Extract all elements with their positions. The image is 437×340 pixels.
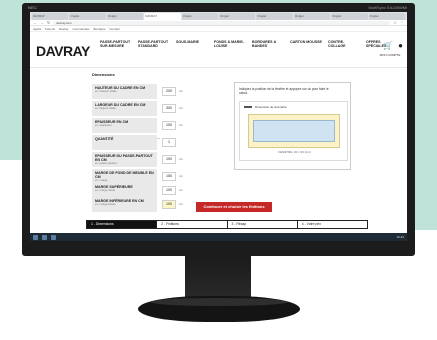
bookmark-item[interactable]: Commandes: [73, 27, 90, 31]
option-value-input[interactable]: 150: [162, 172, 176, 181]
option-unit: cm: [179, 202, 183, 206]
section-title: Dimensions: [92, 72, 115, 77]
bookmark-item[interactable]: Davray: [59, 27, 69, 31]
preview-instructions: Indiquez la position de la fenêtre et ap…: [239, 87, 329, 95]
user-icon[interactable]: ●: [398, 41, 403, 50]
browser-tab[interactable]: Onglet: [219, 13, 256, 20]
option-row: QUANTITÉ: [92, 135, 157, 150]
legend-swatch: [244, 106, 252, 108]
option-value-input[interactable]: 100: [162, 155, 176, 164]
option-sub: ex: épaisseur: [95, 123, 112, 127]
bookmark-item[interactable]: Favoris: [45, 27, 55, 31]
step-item[interactable]: 2 - Finitions: [157, 221, 228, 228]
menu-item[interactable]: OFFRES SPÉCIALES: [366, 40, 398, 49]
browser-tab-active[interactable]: DAVRAY: [144, 13, 181, 20]
option-sub: ex: marge: [95, 178, 108, 182]
site-header: DAVRAY PASSE-PARTOUT SUR-MESURE PASSE-PA…: [30, 33, 407, 68]
step-item[interactable]: 1 - Dimensions: [87, 221, 158, 228]
option-value-input[interactable]: 100: [162, 121, 176, 130]
browser-tab[interactable]: Onglet: [331, 13, 368, 20]
monitor-stand-neck: [185, 256, 251, 300]
legend-label: Dimension de la fenêtre: [255, 105, 287, 109]
menu-item[interactable]: BORDURES & BANDES: [252, 40, 284, 49]
mat-frame-preview: [248, 114, 340, 148]
option-sub: ex: marge haute: [95, 188, 116, 192]
url-field[interactable]: davray.com: [53, 20, 391, 25]
quantity-minus-icon[interactable]: −: [157, 136, 160, 142]
cart-icon[interactable]: 🛒: [383, 41, 393, 50]
menu-icon[interactable]: ⋮: [400, 20, 404, 25]
bookmark-item[interactable]: Boutique: [94, 27, 106, 31]
preview-panel: Indiquez la position de la fenêtre et ap…: [234, 82, 351, 170]
option-row: MARGE DE FOND DE MEUBLE EN CM ex: marge: [92, 169, 157, 184]
option-row: EPAISSEUR EN CM ex: épaisseur: [92, 118, 157, 133]
browser-tab[interactable]: DAVRAY: [32, 13, 69, 20]
quantity-input[interactable]: 1: [162, 138, 176, 147]
browser-tab-strip: DAVRAY Onglet Onglet DAVRAY Onglet Ongle…: [30, 12, 407, 20]
option-sub: ex: hauteur totale: [95, 89, 117, 93]
step-progress: 1 - Dimensions 2 - Finitions 3 - Récap 4…: [86, 220, 368, 229]
option-row: LARGEUR DU CADRE EN CM ex: largeur total…: [92, 101, 157, 116]
bookmark-item[interactable]: Applis: [33, 27, 41, 31]
browser-tab[interactable]: Onglet: [293, 13, 331, 20]
menu-item[interactable]: CONTRE-COLLAGE: [328, 40, 360, 49]
main-menu: PASSE-PARTOUT SUR-MESURE PASSE-PARTOUT S…: [100, 40, 398, 49]
bookmarks-bar: Applis Favoris Davray Commandes Boutique…: [30, 27, 407, 32]
option-row: EPAISSEUR DU PASSE-PARTOUT EN CM ex: pas…: [92, 152, 157, 167]
monitor-model: MultiSync EA245WMi: [368, 5, 407, 10]
continue-button[interactable]: Continuer et choisir les finitions: [196, 202, 272, 212]
preview-dimensions: FENÊTRE: 20 x 30 (cm): [278, 150, 311, 154]
account-link[interactable]: MON COMPTE: [376, 53, 404, 57]
menu-item[interactable]: CARTON MOUSSE: [290, 40, 322, 49]
option-value-input-active[interactable]: 100: [162, 200, 176, 209]
preview-legend: Dimension de la fenêtre: [244, 105, 287, 109]
monitor-brand: NEC: [28, 5, 38, 10]
menu-item[interactable]: SOUS-MARIE: [176, 40, 208, 49]
option-value-input[interactable]: 100: [162, 186, 176, 195]
menu-item[interactable]: PASSE-PARTOUT SUR-MESURE: [100, 40, 132, 49]
address-bar: ← → ↻ davray.com ☆ ⋮: [30, 20, 407, 26]
menu-item[interactable]: FONDS & MARIE-LOUISE: [214, 40, 246, 49]
taskbar-clock: 10:42: [396, 235, 404, 239]
menu-item[interactable]: PASSE-PARTOUT STANDARD: [138, 40, 170, 49]
start-icon[interactable]: [33, 234, 38, 240]
option-unit: cm: [179, 89, 183, 93]
option-row: MARGE INFÉRIEURE EN CM ex: marge basse: [92, 197, 157, 212]
browser-tab[interactable]: Onglet: [368, 13, 406, 20]
folder-icon[interactable]: [51, 234, 56, 240]
os-taskbar: 10:42: [30, 233, 407, 241]
option-row: MARGE SUPÉRIEURE ex: marge haute: [92, 183, 157, 198]
preview-box: Dimension de la fenêtre FENÊTRE: 20 x 30…: [239, 101, 348, 161]
option-label: QUANTITÉ: [95, 137, 114, 141]
browser-icon[interactable]: [42, 234, 47, 240]
back-icon[interactable]: ←: [33, 20, 37, 25]
option-unit: cm: [179, 188, 183, 192]
monitor-bezel: NEC MultiSync EA245WMi DAVRAY Onglet Ong…: [22, 3, 415, 256]
option-sub: ex: passe-partout: [95, 161, 117, 165]
browser-tab[interactable]: Onglet: [181, 13, 219, 20]
option-unit: cm: [179, 174, 183, 178]
option-sub: ex: largeur totale: [95, 106, 116, 110]
option-value-input[interactable]: 200: [162, 87, 176, 96]
browser-tab[interactable]: Onglet: [256, 13, 293, 20]
star-icon[interactable]: ☆: [393, 20, 397, 25]
screen: DAVRAY Onglet Onglet DAVRAY Onglet Ongle…: [30, 12, 407, 241]
step-item[interactable]: 3 - Récap: [227, 221, 298, 228]
option-unit: cm: [179, 123, 183, 127]
reload-icon[interactable]: ↻: [47, 20, 50, 25]
option-value-input[interactable]: 300: [162, 104, 176, 113]
monitor-stand-shine: [150, 298, 288, 306]
forward-icon[interactable]: →: [40, 20, 44, 25]
browser-tab[interactable]: Onglet: [69, 13, 106, 20]
option-row: HAUTEUR DU CADRE EN CM ex: hauteur total…: [92, 84, 157, 99]
window-opening-preview: [253, 120, 335, 142]
option-unit: cm: [179, 106, 183, 110]
step-item[interactable]: 4 - Votre prix: [297, 221, 367, 228]
browser-tab[interactable]: Onglet: [106, 13, 144, 20]
bookmark-item[interactable]: Contact: [109, 27, 119, 31]
site-logo[interactable]: DAVRAY: [36, 43, 90, 59]
option-unit: cm: [179, 157, 183, 161]
option-sub: ex: marge basse: [95, 202, 116, 206]
